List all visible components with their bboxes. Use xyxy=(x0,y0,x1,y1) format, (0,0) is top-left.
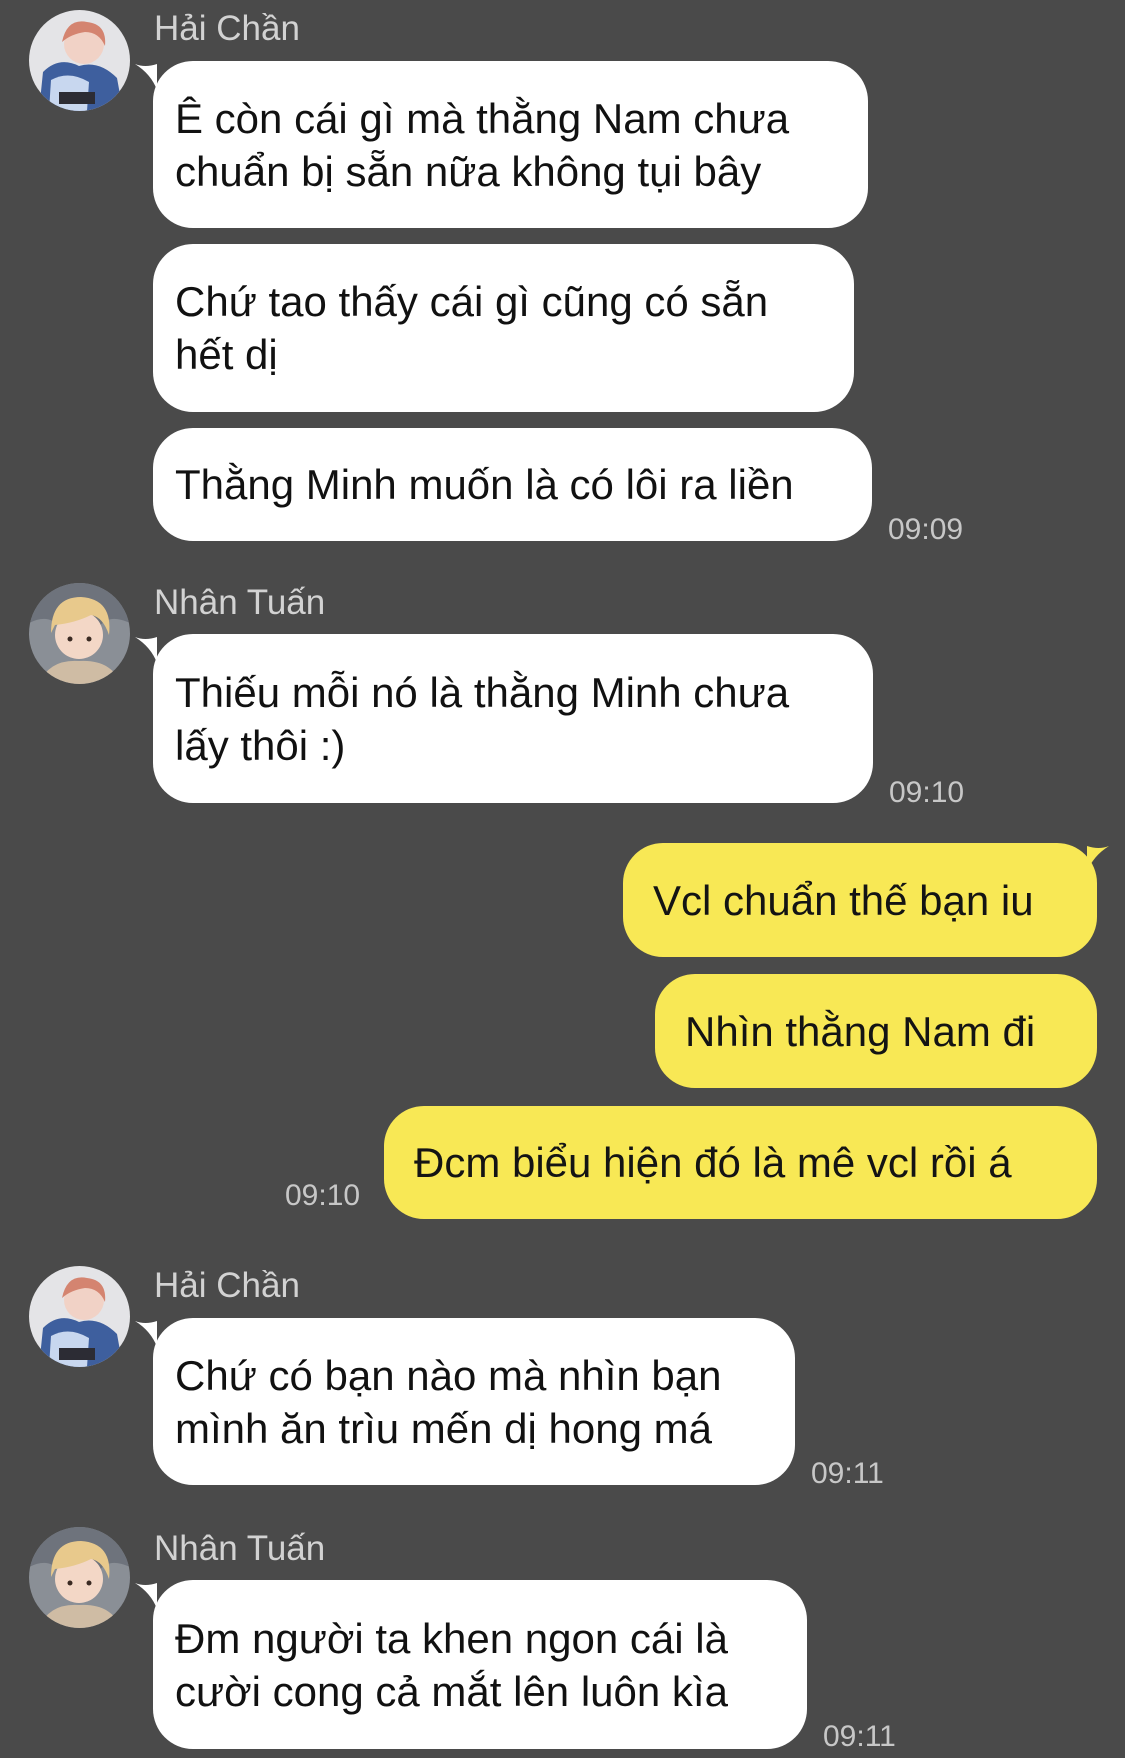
bubble-tail-icon xyxy=(135,64,157,90)
sender-name: Hải Chần xyxy=(154,1266,300,1305)
avatar-photo-icon xyxy=(29,10,130,111)
message-bubble[interactable]: Thằng Minh muốn là có lôi ra liền xyxy=(153,428,872,541)
message-bubble[interactable]: Ê còn cái gì mà thằng Nam chưa chuẩn bị … xyxy=(153,61,868,228)
message-text: Đm người ta khen ngon cái là cười cong c… xyxy=(175,1614,728,1715)
bubble-tail-icon xyxy=(135,637,157,663)
sender-avatar-nhan[interactable] xyxy=(29,1527,130,1628)
message-text: Thiếu mỗi nó là thằng Minh chưa lấy thôi… xyxy=(175,668,790,769)
sender-name: Nhân Tuấn xyxy=(154,583,326,622)
sender-name: Nhân Tuấn xyxy=(154,1529,326,1568)
message-bubble[interactable]: Đm người ta khen ngon cái là cười cong c… xyxy=(153,1580,807,1749)
bubble-tail-icon xyxy=(135,1583,157,1609)
avatar-photo-icon xyxy=(29,1266,130,1367)
message-text: Nhìn thằng Nam đi xyxy=(685,1007,1036,1055)
message-bubble-outgoing[interactable]: Vcl chuẩn thế bạn iu xyxy=(623,843,1097,957)
message-timestamp: 09:09 xyxy=(888,513,964,546)
message-bubble[interactable]: Chứ có bạn nào mà nhìn bạn mình ăn trìu … xyxy=(153,1318,795,1485)
message-timestamp: 09:11 xyxy=(811,1457,884,1490)
sender-name: Hải Chần xyxy=(154,9,300,48)
message-bubble[interactable]: Chứ tao thấy cái gì cũng có sẵn hết dị xyxy=(153,244,854,412)
sender-avatar-hai[interactable] xyxy=(29,10,130,111)
avatar-photo-icon xyxy=(29,583,130,684)
message-text: Chứ tao thấy cái gì cũng có sẵn hết dị xyxy=(175,278,769,378)
message-timestamp: 09:10 xyxy=(889,776,965,809)
message-bubble-outgoing[interactable]: Đcm biểu hiện đó là mê vcl rồi á xyxy=(384,1106,1097,1219)
message-timestamp: 09:10 xyxy=(285,1179,361,1212)
message-text: Đcm biểu hiện đó là mê vcl rồi á xyxy=(414,1139,1012,1186)
message-text: Thằng Minh muốn là có lôi ra liền xyxy=(175,461,794,508)
message-text: Ê còn cái gì mà thằng Nam chưa chuẩn bị … xyxy=(175,94,790,195)
message-bubble[interactable]: Thiếu mỗi nó là thằng Minh chưa lấy thôi… xyxy=(153,634,873,803)
message-timestamp: 09:11 xyxy=(823,1720,896,1753)
sender-avatar-nhan[interactable] xyxy=(29,583,130,684)
message-text: Chứ có bạn nào mà nhìn bạn mình ăn trìu … xyxy=(175,1351,722,1452)
avatar-photo-icon xyxy=(29,1527,130,1628)
sender-avatar-hai[interactable] xyxy=(29,1266,130,1367)
bubble-tail-icon xyxy=(135,1321,157,1347)
message-text: Vcl chuẩn thế bạn iu xyxy=(653,876,1034,924)
message-bubble-outgoing[interactable]: Nhìn thằng Nam đi xyxy=(655,974,1097,1088)
